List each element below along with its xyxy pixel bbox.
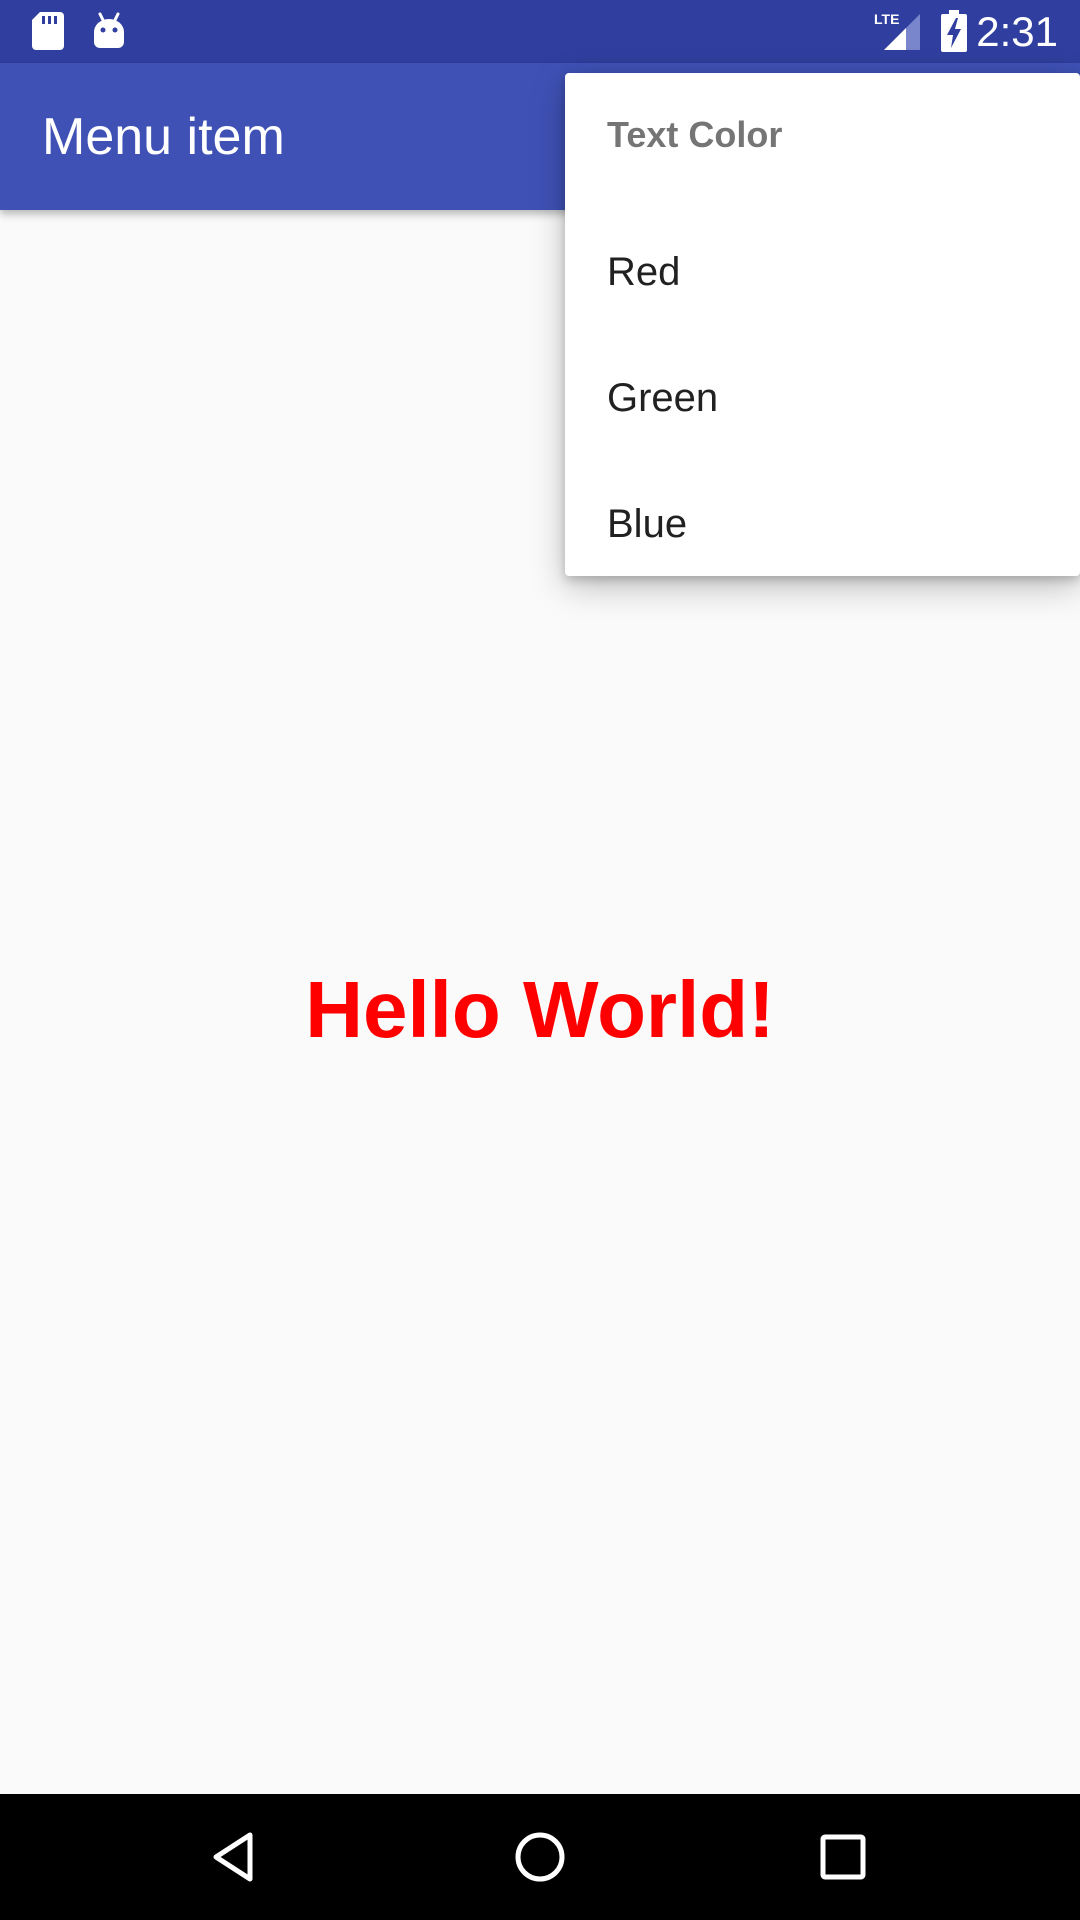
menu-item-label: Blue	[607, 502, 688, 546]
menu-item-label: Green	[607, 376, 719, 420]
back-icon[interactable]	[206, 1827, 266, 1887]
menu-item-red[interactable]: Red	[565, 209, 1080, 335]
lte-signal-icon: LTE	[874, 10, 922, 57]
battery-charging-icon	[940, 10, 968, 57]
app-title: Menu item	[42, 108, 285, 166]
sd-card-icon	[32, 12, 64, 55]
status-time: 2:31	[976, 8, 1058, 55]
menu-item-blue[interactable]: Blue	[565, 461, 1080, 587]
navigation-bar	[0, 1794, 1080, 1920]
menu-header-text-color: Text Color	[607, 114, 783, 155]
recents-icon[interactable]	[813, 1827, 873, 1887]
hello-world-text: Hello World!	[305, 965, 775, 1054]
menu-item-label: Red	[607, 250, 681, 294]
svg-text:LTE: LTE	[874, 11, 899, 27]
status-bar: LTE 2:31	[0, 0, 1080, 63]
text-color-popup-menu: Text Color Red Green Blue	[565, 73, 1080, 576]
android-debug-icon	[92, 12, 126, 53]
home-icon[interactable]	[510, 1827, 570, 1887]
menu-item-green[interactable]: Green	[565, 335, 1080, 461]
